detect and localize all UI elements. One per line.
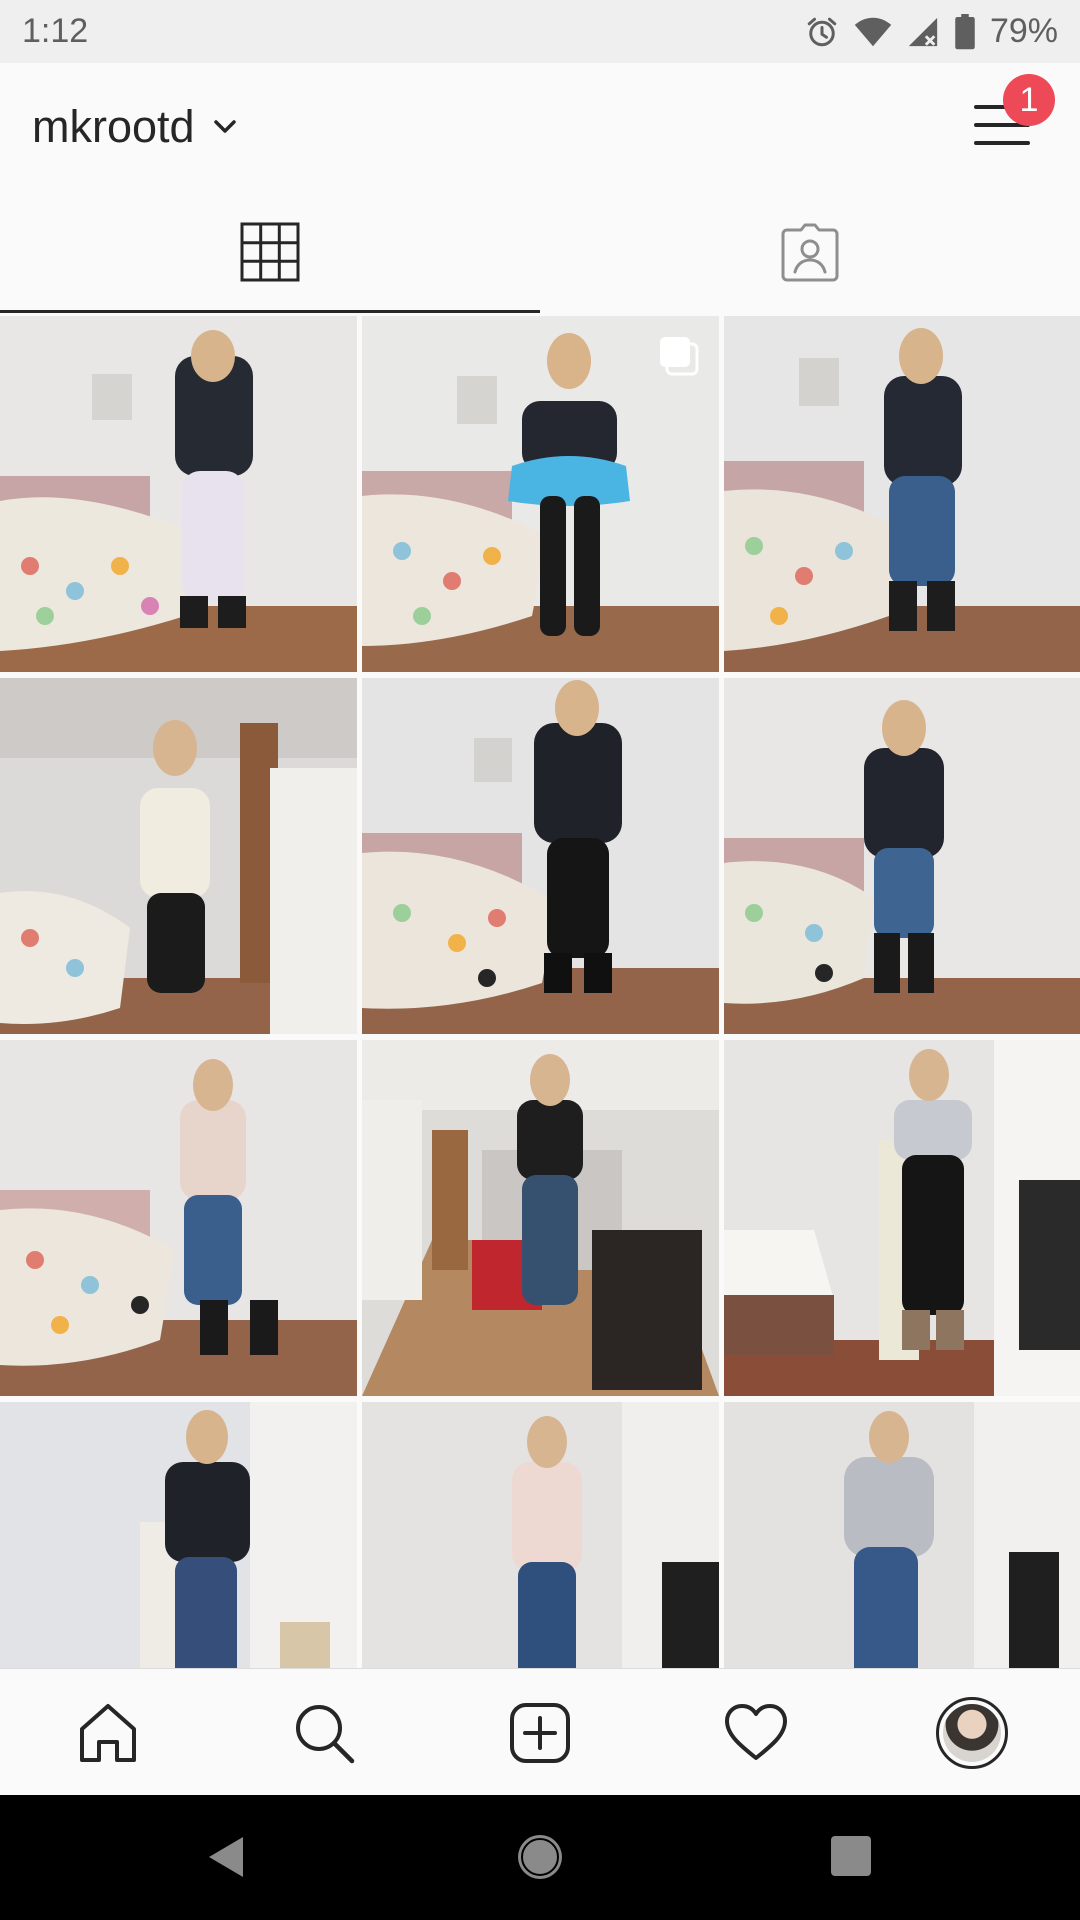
post-7[interactable] (0, 1040, 357, 1396)
post-photo (0, 1040, 357, 1396)
post-photo (0, 678, 357, 1034)
post-photo (362, 678, 719, 1034)
home-icon[interactable] (76, 1701, 140, 1765)
post-photo (362, 1402, 719, 1668)
post-4[interactable] (0, 678, 357, 1034)
profile-header: mkrootd (0, 63, 1080, 188)
wifi-icon (854, 17, 892, 46)
post-5[interactable] (362, 678, 719, 1034)
account-switcher[interactable]: mkrootd (32, 101, 237, 153)
system-navigation-bar (0, 1795, 1080, 1920)
back-icon[interactable] (205, 1835, 245, 1879)
status-bar: 1:12 79% (0, 0, 1080, 63)
post-1[interactable] (0, 316, 357, 672)
post-11[interactable] (362, 1402, 719, 1668)
post-photo (724, 1402, 1080, 1668)
post-photo (724, 678, 1080, 1034)
selected-tab-indicator (0, 310, 540, 313)
status-time: 1:12 (22, 12, 89, 50)
post-9[interactable] (724, 1040, 1080, 1396)
grid-icon[interactable] (240, 222, 300, 282)
post-photo (724, 1040, 1080, 1396)
post-2[interactable] (362, 316, 719, 672)
notification-badge: 1 (1003, 74, 1055, 126)
profile-avatar-ring[interactable] (936, 1696, 1008, 1769)
new-post-button[interactable] (432, 1669, 648, 1796)
tagged-person-icon[interactable] (779, 222, 841, 282)
post-8[interactable] (362, 1040, 719, 1396)
search-button[interactable] (216, 1669, 432, 1796)
post-3[interactable] (724, 316, 1080, 672)
activity-button[interactable] (648, 1669, 864, 1796)
activity-heart-icon[interactable] (723, 1703, 789, 1763)
profile-tabs (0, 188, 1080, 316)
battery-percentage: 79% (989, 12, 1058, 50)
new-post-icon[interactable] (508, 1701, 572, 1765)
chevron-down-icon[interactable] (213, 119, 237, 135)
battery-icon (955, 13, 975, 49)
search-icon[interactable] (292, 1701, 356, 1765)
home-circle-icon[interactable] (516, 1833, 564, 1881)
post-photo (0, 316, 357, 672)
alarm-icon (807, 17, 837, 46)
post-photo (724, 316, 1080, 672)
username[interactable]: mkrootd (32, 101, 195, 153)
post-6[interactable] (724, 678, 1080, 1034)
instagram-profile-screen: 1:12 79% mkrootd 1 (0, 0, 1080, 1920)
post-photo (0, 1402, 357, 1668)
photo-grid (0, 316, 1080, 1668)
recents-icon[interactable] (831, 1836, 871, 1876)
grid-tab[interactable] (0, 188, 540, 316)
cell-signal-icon (908, 17, 938, 46)
post-12[interactable] (724, 1402, 1080, 1668)
multiple-photos-icon (660, 337, 699, 376)
home-button[interactable] (0, 1669, 216, 1796)
post-10[interactable] (0, 1402, 357, 1668)
tagged-tab[interactable] (540, 188, 1080, 316)
bottom-navigation (0, 1668, 1080, 1796)
status-icons: 79% (804, 12, 1058, 51)
profile-button[interactable] (864, 1669, 1080, 1796)
profile-avatar[interactable] (943, 1703, 1001, 1762)
post-photo (362, 1040, 719, 1396)
